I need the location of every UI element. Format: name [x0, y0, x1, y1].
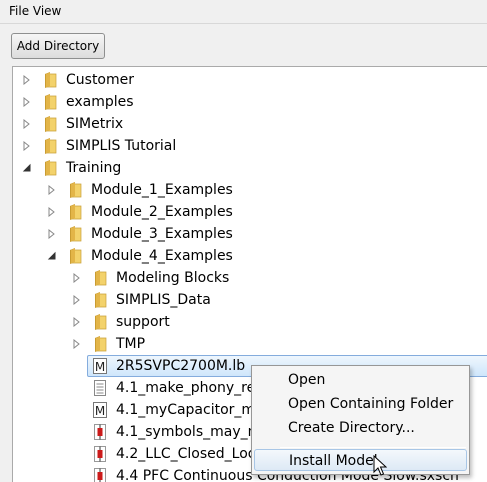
- collapsed-arrow-icon[interactable]: [22, 119, 32, 129]
- tree-item-label: Module_1_Examples: [91, 182, 233, 198]
- tree-item-label: Customer: [66, 72, 135, 88]
- tree-item-label: Module_3_Examples: [91, 226, 233, 242]
- schematic-file-icon: [94, 424, 106, 440]
- tree-item-label: SIMPLIS Tutorial: [66, 138, 177, 154]
- model-file-icon: M: [93, 358, 107, 374]
- tree-item[interactable]: Module_2_Examples: [13, 201, 487, 223]
- folder-icon: [95, 292, 107, 308]
- tree-item-label: support: [116, 314, 170, 330]
- tree-item[interactable]: Customer: [13, 69, 487, 91]
- menu-item-label: Open Containing Folder: [288, 396, 454, 412]
- model-file-icon: M: [93, 402, 107, 418]
- mouse-cursor-icon: [373, 455, 387, 476]
- collapsed-arrow-icon[interactable]: [72, 317, 82, 327]
- tree-item[interactable]: SIMPLIS Tutorial: [13, 135, 487, 157]
- context-menu: Open Open Containing Folder Create Direc…: [251, 365, 470, 475]
- folder-icon: [45, 160, 57, 176]
- panel-title-bar: File View: [0, 0, 487, 24]
- expanded-arrow-icon[interactable]: [47, 251, 57, 261]
- add-directory-button[interactable]: Add Directory: [11, 33, 105, 59]
- tree-item-label: Module_4_Examples: [91, 248, 233, 264]
- tree-item-label: 4.1_make_phony_resi: [116, 380, 267, 396]
- collapsed-arrow-icon[interactable]: [22, 97, 32, 107]
- menu-item-label: Install Model: [289, 453, 378, 469]
- tree-item-label: 2R5SVPC2700M.lb: [116, 358, 246, 374]
- collapsed-arrow-icon[interactable]: [22, 141, 32, 151]
- tree-item-label: examples: [66, 94, 134, 110]
- tree-item-label: 4.2_LLC_Closed_Loop: [116, 446, 266, 462]
- tree-item[interactable]: Module_3_Examples: [13, 223, 487, 245]
- collapsed-arrow-icon[interactable]: [47, 229, 57, 239]
- tree-item-label: 4.1_myCapacitor_mo: [116, 402, 264, 418]
- text-file-icon: [94, 380, 106, 396]
- folder-icon: [70, 248, 82, 264]
- tree-item-label: SIMetrix: [66, 116, 124, 132]
- menu-item-label: Open: [288, 372, 326, 388]
- folder-icon: [45, 94, 57, 110]
- collapsed-arrow-icon[interactable]: [47, 207, 57, 217]
- expanded-arrow-icon[interactable]: [22, 163, 32, 173]
- collapsed-arrow-icon[interactable]: [47, 185, 57, 195]
- svg-text:M: M: [95, 360, 105, 374]
- folder-icon: [95, 336, 107, 352]
- tree-item[interactable]: examples: [13, 91, 487, 113]
- folder-icon: [45, 138, 57, 154]
- folder-icon: [45, 116, 57, 132]
- tree-item[interactable]: Module_4_Examples: [13, 245, 487, 267]
- collapsed-arrow-icon[interactable]: [72, 273, 82, 283]
- collapsed-arrow-icon[interactable]: [22, 75, 32, 85]
- tree-item-label: SIMPLIS_Data: [116, 292, 211, 308]
- schematic-file-icon: [94, 468, 106, 482]
- tree-item-label: TMP: [116, 336, 146, 352]
- svg-text:M: M: [95, 404, 105, 418]
- tree-item[interactable]: SIMetrix: [13, 113, 487, 135]
- collapsed-arrow-icon[interactable]: [72, 339, 82, 349]
- menu-item-label: Create Directory...: [288, 420, 415, 436]
- tree-item-label: Modeling Blocks: [116, 270, 230, 286]
- menu-item-create-directory[interactable]: Create Directory...: [254, 417, 467, 439]
- tree-item[interactable]: SIMPLIS_Data: [13, 289, 487, 311]
- folder-icon: [70, 204, 82, 220]
- tree-item[interactable]: Module_1_Examples: [13, 179, 487, 201]
- folder-icon: [95, 270, 107, 286]
- tree-item-label: Module_2_Examples: [91, 204, 233, 220]
- menu-separator: [280, 447, 466, 448]
- tree-item[interactable]: Modeling Blocks: [13, 267, 487, 289]
- tree-item-label: Training: [66, 160, 122, 176]
- tree-item-label: 4.1_symbols_may_no: [116, 424, 266, 440]
- menu-item-open[interactable]: Open: [254, 369, 467, 391]
- menu-item-install-model[interactable]: Install Model: [254, 449, 467, 471]
- schematic-file-icon: [94, 446, 106, 462]
- collapsed-arrow-icon[interactable]: [72, 295, 82, 305]
- folder-icon: [70, 182, 82, 198]
- menu-item-open-containing-folder[interactable]: Open Containing Folder: [254, 393, 467, 415]
- tree-item[interactable]: TMP: [13, 333, 487, 355]
- tree-item[interactable]: Training: [13, 157, 487, 179]
- folder-icon: [95, 314, 107, 330]
- folder-icon: [70, 226, 82, 242]
- panel-title: File View: [9, 4, 62, 18]
- tree-item[interactable]: support: [13, 311, 487, 333]
- folder-icon: [45, 72, 57, 88]
